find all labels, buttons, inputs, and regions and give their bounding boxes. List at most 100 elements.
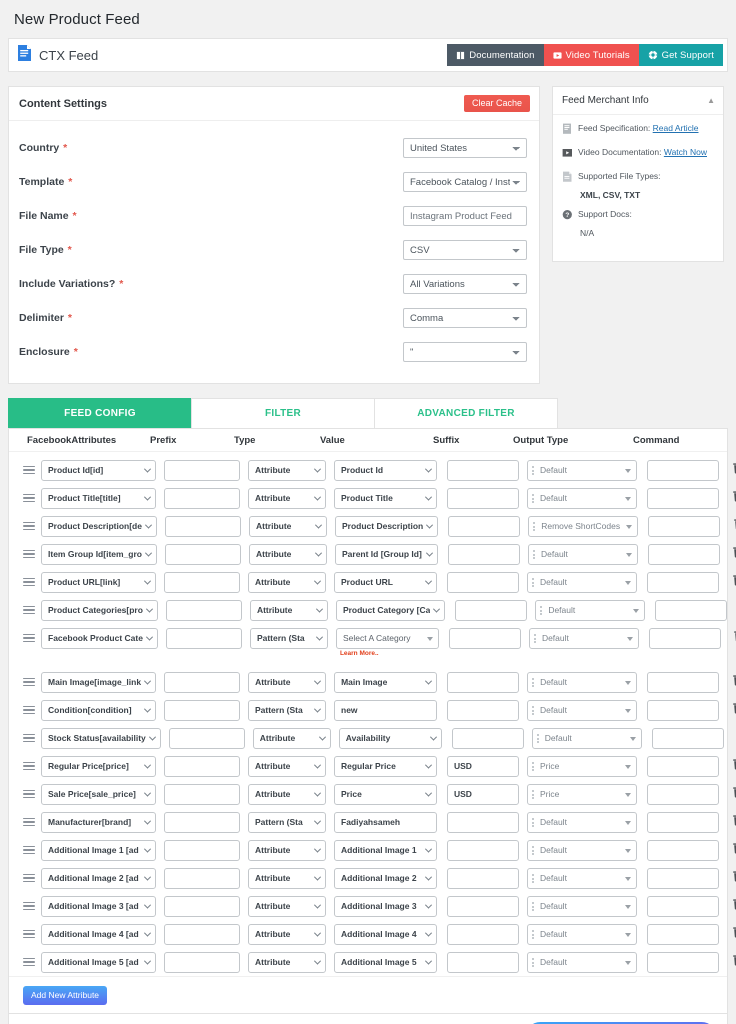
value-input[interactable]: Fadiyahsameh <box>334 811 437 833</box>
prefix-input[interactable] <box>164 487 240 509</box>
trash-icon[interactable] <box>732 785 736 803</box>
setting-select[interactable]: " <box>403 342 527 363</box>
value-select[interactable]: Additional Image 2 <box>334 867 437 889</box>
prefix-input[interactable] <box>165 599 242 621</box>
value-select[interactable]: Additional Image 5 <box>334 951 437 973</box>
command-input[interactable] <box>647 867 719 889</box>
output-type-select[interactable]: Default <box>527 571 637 593</box>
tab-filter[interactable]: FILTER <box>191 398 375 428</box>
prefix-input[interactable] <box>164 923 240 945</box>
attribute-select[interactable]: Additional Image 3 [ad <box>41 895 156 917</box>
suffix-input[interactable] <box>447 951 519 973</box>
drag-handle-icon[interactable] <box>23 577 35 587</box>
prefix-input[interactable] <box>164 951 240 973</box>
trash-icon[interactable] <box>732 897 736 915</box>
prefix-input[interactable] <box>164 839 240 861</box>
value-select[interactable]: Additional Image 3 <box>334 895 437 917</box>
command-input[interactable] <box>647 543 720 565</box>
value-select[interactable]: Regular Price <box>334 755 437 777</box>
suffix-input[interactable] <box>448 627 521 649</box>
prefix-input[interactable] <box>164 755 240 777</box>
drag-handle-icon[interactable] <box>23 549 35 559</box>
prefix-input[interactable] <box>165 627 242 649</box>
output-type-select[interactable]: Default <box>527 923 637 945</box>
type-select[interactable]: Pattern (Sta <box>248 811 326 833</box>
suffix-input[interactable]: USD <box>447 755 519 777</box>
add-new-attribute-button[interactable]: Add New Attribute <box>23 986 108 1005</box>
trash-icon[interactable] <box>732 757 736 775</box>
type-select[interactable]: Attribute <box>248 839 326 861</box>
output-type-select[interactable]: Price <box>527 783 637 805</box>
attribute-select[interactable]: Product Title[title] <box>41 487 156 509</box>
type-select[interactable]: Attribute <box>248 867 326 889</box>
type-select[interactable]: Attribute <box>248 543 327 565</box>
type-select[interactable]: Attribute <box>248 923 326 945</box>
setting-text-input[interactable] <box>403 206 527 227</box>
output-type-select[interactable]: Default <box>531 727 642 749</box>
drag-handle-icon[interactable] <box>23 845 35 855</box>
value-input[interactable]: new <box>334 699 437 721</box>
suffix-input[interactable] <box>447 671 520 693</box>
tab-feed-config[interactable]: FEED CONFIG <box>8 398 192 428</box>
get-support-button[interactable]: Get Support <box>638 44 723 66</box>
value-select[interactable]: Parent Id [Group Id] <box>334 543 438 565</box>
suffix-input[interactable] <box>447 811 519 833</box>
trash-icon[interactable] <box>732 545 736 563</box>
learn-more-link[interactable]: Learn More.. <box>340 650 379 657</box>
value-select[interactable]: Additional Image 1 <box>334 839 437 861</box>
command-input[interactable] <box>647 923 719 945</box>
drag-handle-icon[interactable] <box>23 465 35 475</box>
prefix-input[interactable] <box>164 515 241 537</box>
prefix-input[interactable] <box>164 783 240 805</box>
suffix-input[interactable] <box>447 543 520 565</box>
command-input[interactable] <box>647 951 719 973</box>
drag-handle-icon[interactable] <box>23 493 35 503</box>
type-select[interactable]: Pattern (Sta <box>248 699 326 721</box>
setting-select[interactable]: CSV <box>403 240 527 261</box>
command-input[interactable] <box>647 671 720 693</box>
command-input[interactable] <box>647 755 719 777</box>
prefix-input[interactable] <box>164 459 240 481</box>
type-select[interactable]: Attribute <box>248 671 327 693</box>
drag-handle-icon[interactable] <box>23 817 35 827</box>
trash-icon[interactable] <box>732 673 736 691</box>
attribute-select[interactable]: Item Group Id[item_gro <box>41 543 157 565</box>
type-select[interactable]: Attribute <box>249 599 328 621</box>
type-select[interactable]: Attribute <box>248 459 326 481</box>
drag-handle-icon[interactable] <box>23 605 35 615</box>
trash-icon[interactable] <box>732 869 736 887</box>
setting-select[interactable]: Comma <box>403 308 527 329</box>
attribute-select[interactable]: Main Image[image_link <box>41 671 157 693</box>
prefix-input[interactable] <box>164 895 240 917</box>
trash-icon[interactable] <box>732 813 736 831</box>
suffix-input[interactable] <box>447 895 519 917</box>
drag-handle-icon[interactable] <box>23 761 35 771</box>
drag-handle-icon[interactable] <box>23 957 35 967</box>
attribute-select[interactable]: Additional Image 5 [ad <box>41 951 156 973</box>
command-input[interactable] <box>655 599 728 621</box>
merchant-info-link[interactable]: Watch Now <box>664 147 707 157</box>
command-input[interactable] <box>647 839 719 861</box>
type-select[interactable]: Attribute <box>248 783 326 805</box>
output-type-select[interactable]: Default <box>528 627 639 649</box>
type-select[interactable]: Attribute <box>248 515 327 537</box>
command-input[interactable] <box>648 627 721 649</box>
value-select[interactable]: Product Id <box>334 459 437 481</box>
attribute-select[interactable]: Product Description[de <box>41 515 157 537</box>
prefix-input[interactable] <box>164 543 241 565</box>
output-type-select[interactable]: Default <box>527 811 637 833</box>
suffix-input[interactable] <box>447 699 519 721</box>
suffix-input[interactable] <box>447 839 519 861</box>
trash-icon[interactable] <box>732 573 736 591</box>
value-select[interactable]: Product Category [Ca <box>335 599 446 621</box>
video-tutorials-button[interactable]: Video Tutorials <box>543 44 639 66</box>
output-type-select[interactable]: Default <box>527 487 637 509</box>
type-select[interactable]: Attribute <box>248 951 326 973</box>
prefix-input[interactable] <box>168 727 245 749</box>
value-select[interactable]: Select A Category <box>335 627 439 649</box>
output-type-select[interactable]: Default <box>527 867 637 889</box>
attribute-select[interactable]: Product URL[link] <box>41 571 156 593</box>
suffix-input[interactable] <box>447 459 519 481</box>
trash-icon[interactable] <box>732 841 736 859</box>
setting-select[interactable]: All Variations <box>403 274 527 295</box>
